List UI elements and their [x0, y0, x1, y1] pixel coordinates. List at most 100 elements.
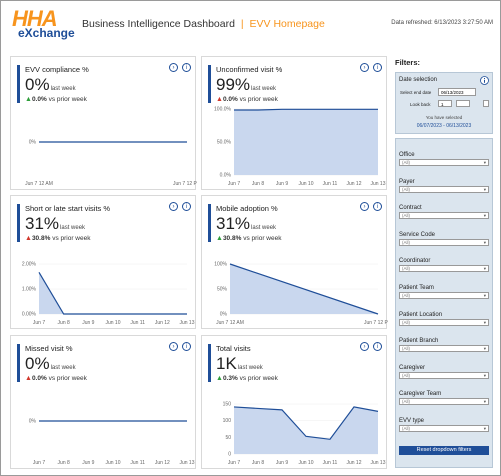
x-tick-label: Jun 9: [82, 460, 94, 466]
filter-dropdown[interactable]: (All) ▾: [399, 318, 489, 326]
kpi-card: EVV compliance % 0%last week ▲0.0% vs pr…: [10, 56, 197, 190]
end-date-input[interactable]: 06/13/2023: [438, 88, 476, 96]
filter-dropdown[interactable]: (All) ▾: [399, 371, 489, 379]
series-line: [234, 108, 378, 111]
filter-value: (All): [402, 426, 410, 431]
x-tick-label: Jun 9: [276, 460, 288, 466]
x-tick-label: Jun 12: [155, 320, 170, 326]
x-tick-label: Jun 13: [370, 460, 385, 466]
x-tick-label: Jun 11: [323, 460, 338, 466]
filter-dropdown[interactable]: (All) ▾: [399, 212, 489, 220]
y-tick-label: 0%: [29, 419, 37, 425]
filter-value: (All): [402, 372, 410, 378]
x-tick-label: Jun 11: [130, 320, 145, 326]
kpi-card: Total visits 1Klast week ▲0.3% vs prior …: [201, 335, 387, 469]
chevron-down-icon: ▾: [483, 346, 486, 352]
look-back-input[interactable]: 1: [438, 100, 452, 107]
filter-dropdown[interactable]: (All) ▾: [399, 265, 489, 273]
filters-panel: Filters: Date selection Select end date …: [393, 56, 497, 470]
chevron-down-icon: ▾: [483, 239, 486, 245]
chevron-down-icon: ▾: [483, 399, 486, 405]
kpi-card: Mobile adoption % 31%last week ▲30.8% vs…: [201, 195, 388, 329]
reset-dropdown-filters-button[interactable]: Reset dropdown filters: [399, 446, 489, 455]
filter-value: (All): [402, 186, 410, 192]
chevron-down-icon: ▾: [483, 186, 486, 192]
y-tick-label: 2.00%: [22, 262, 37, 268]
filter-label: Patient Location: [399, 311, 443, 318]
kpi-card: Missed visit % 0%last week ▲0.0% vs prio…: [10, 335, 196, 469]
x-tick-label: Jun 10: [105, 460, 120, 466]
filter-dropdown[interactable]: (All) ▾: [399, 159, 489, 166]
filter-group: Contract (All) ▾: [399, 205, 491, 220]
kpi-card: Unconfirmed visit % 99%last week ▲0.0% v…: [201, 56, 387, 190]
filter-dropdown[interactable]: (All) ▾: [399, 185, 489, 193]
filter-label: Caregiver Team: [399, 391, 442, 398]
filters-title: Filters:: [395, 58, 421, 67]
kpi-chart: 100.0% 50.0% 0.0% Jun 7 Jun 8 Jun 9 Jun 10 Jun …: [214, 107, 386, 188]
filter-label: Coordinator: [399, 258, 431, 265]
y-tick-label: 0: [228, 452, 231, 458]
hha-exchange-logo[interactable]: HHA eXchange: [12, 6, 75, 42]
y-tick-label: 50.0%: [217, 140, 232, 146]
dashboard-title: Business Intelligence Dashboard: [82, 18, 235, 30]
filter-group: Patient Branch (All) ▾: [399, 338, 491, 353]
filter-dropdown[interactable]: (All) ▾: [399, 398, 489, 406]
filter-value: (All): [402, 319, 410, 325]
filter-label: Patient Branch: [399, 338, 439, 345]
chevron-down-icon: ▾: [483, 319, 486, 325]
x-tick-label: Jun 7 12 AM: [216, 320, 244, 326]
filter-group: EVV type (All) ▾: [399, 418, 491, 432]
x-tick-label: Jun 8: [58, 320, 70, 326]
chevron-down-icon: ▾: [483, 266, 486, 272]
x-tick-label: Jun 13: [370, 181, 385, 187]
chevron-down-icon: ▾: [483, 293, 486, 298]
x-tick-label: Jun 8: [252, 460, 264, 466]
filter-label: Caregiver: [399, 364, 426, 371]
filter-value: (All): [402, 160, 410, 165]
filter-dropdown[interactable]: (All) ▾: [399, 425, 489, 432]
y-tick-label: 100.0%: [214, 107, 232, 113]
x-tick-label: Jun 10: [298, 460, 313, 466]
info-icon[interactable]: [480, 76, 489, 85]
x-tick-label: Jun 7 12 PM: [173, 181, 197, 187]
page-title: Business Intelligence Dashboard | EVV Ho…: [82, 18, 325, 30]
data-refreshed-text: Data refreshed: 6/13/2023 3:27:50 AM: [391, 20, 493, 26]
filter-value: (All): [402, 266, 410, 272]
x-tick-label: Jun 12: [346, 460, 361, 466]
filter-dropdown[interactable]: (All) ▾: [399, 292, 489, 299]
you-selected-text: You have selected: [425, 115, 463, 120]
y-tick-label: 1.00%: [22, 287, 37, 293]
series-line: [38, 272, 187, 315]
look-back-dropdown-button[interactable]: [483, 100, 489, 107]
filter-value: (All): [402, 399, 410, 405]
x-tick-label: Jun 7: [228, 460, 240, 466]
kpi-chart: 100% 50% 0% Jun 7 12 AM Jun 7 12 PM: [214, 262, 388, 327]
x-tick-label: Jun 10: [105, 320, 120, 326]
x-tick-label: Jun 7: [228, 181, 240, 187]
filter-dropdown[interactable]: (All) ▾: [399, 345, 489, 353]
x-tick-label: Jun 8: [58, 460, 70, 466]
x-tick-label: Jun 13: [179, 320, 194, 326]
x-tick-label: Jun 8: [252, 181, 264, 187]
kpi-chart: 2.00% 1.00% 0.00% Jun 7 Jun 8 Jun 9 Jun 10 Jun …: [22, 262, 195, 327]
x-tick-label: Jun 12: [346, 181, 361, 187]
filter-list: Reset dropdown filters Office (All) ▾ Paye…: [395, 138, 493, 468]
look-back-unit-select[interactable]: [456, 100, 470, 107]
filter-dropdown[interactable]: (All) ▾: [399, 238, 489, 246]
x-tick-label: Jun 9: [82, 320, 94, 326]
series-area: [234, 109, 378, 175]
x-tick-label: Jun 9: [276, 181, 288, 187]
x-tick-label: Jun 7: [33, 320, 45, 326]
kpi-chart: 0% Jun 7 12 AM Jun 7 12 PM: [25, 140, 197, 188]
look-back-label: Look back: [410, 102, 431, 107]
evv-homepage-link[interactable]: EVV Homepage: [250, 18, 325, 30]
logo-bottom-text: eXchange: [18, 26, 75, 40]
date-selection-label: Date selection: [399, 77, 438, 83]
kpi-chart: 150 100 50 0 Jun 7 Jun 8 Jun 9 Jun 10 Jun 11 Jun …: [223, 402, 386, 467]
filter-group: Payer (All) ▾: [399, 179, 491, 193]
y-tick-label: 0.00%: [22, 312, 37, 318]
kpi-chart: 0% Jun 7 Jun 8 Jun 9 Jun 10 Jun 11 Jun 12 Jun 1…: [29, 419, 195, 467]
y-tick-label: 0.0%: [220, 173, 232, 179]
x-tick-label: Jun 7: [33, 460, 45, 466]
filter-value: (All): [402, 239, 410, 245]
